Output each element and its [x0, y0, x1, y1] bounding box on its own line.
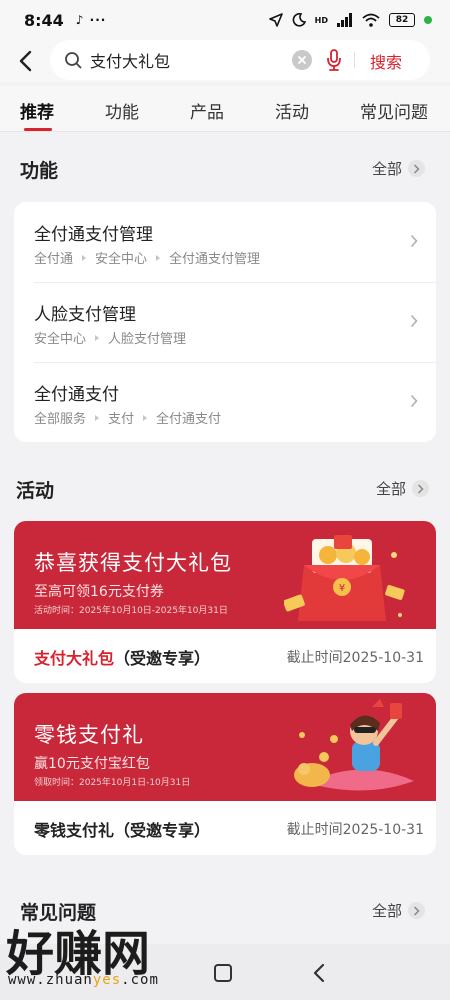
function-name: 人脸支付管理 — [34, 305, 136, 325]
activity-banner[interactable]: 恭喜获得支付大礼包 至高可领16元支付券 活动时间：2025年10月10日-20… — [14, 521, 436, 629]
function-item[interactable]: 人脸支付管理 安全中心 人脸支付管理 — [14, 282, 436, 362]
activity-title: 零钱支付礼（受邀专享） — [34, 817, 210, 841]
status-time: 8:44 — [24, 10, 64, 30]
watermark-url-suffix: .com — [121, 972, 159, 988]
home-button[interactable] — [214, 964, 232, 982]
status-bar: 8:44 ♪ ··· HD 82 — [0, 0, 450, 40]
all-link-label: 全部 — [376, 480, 407, 498]
functions-card: 全付通支付管理 全付通 安全中心 全付通支付管理 人脸支付管理 安全中心 人脸支付管理… — [14, 202, 436, 442]
watermark-logo: 好赚网 www.zhuanyes.com — [6, 912, 206, 1000]
back-button[interactable] — [0, 40, 50, 82]
banner-subtitle: 至高可领16元支付券 — [34, 584, 164, 600]
activity-title: 支付大礼包（受邀专享） — [34, 645, 210, 669]
watermark-url: www.zhuanyes.com — [8, 972, 159, 988]
network-hd-label: HD — [314, 15, 328, 25]
watermark-url-prefix: www.zhuan — [8, 972, 93, 988]
tab-functions[interactable]: 功能 — [105, 98, 139, 123]
function-item[interactable]: 全付通支付管理 全付通 安全中心 全付通支付管理 — [14, 202, 436, 282]
chevron-right-icon — [408, 902, 426, 919]
clear-search-button[interactable] — [292, 50, 312, 70]
breadcrumb-separator-icon — [82, 254, 87, 261]
activity-footer: 支付大礼包（受邀专享） 截止时间2025-10-31 — [14, 629, 436, 683]
functions-all-link[interactable]: 全部 — [372, 158, 426, 179]
chevron-right-icon — [410, 314, 418, 328]
chevron-right-icon — [410, 394, 418, 408]
watermark-url-highlight: yes — [92, 972, 122, 988]
section-title-functions: 功能 — [20, 160, 59, 182]
breadcrumb-part: 全付通支付 — [156, 412, 222, 427]
status-dot-icon — [424, 16, 432, 24]
banner-subtitle: 赢10元支付宝红包 — [34, 756, 150, 772]
function-name: 全付通支付 — [34, 385, 119, 405]
faq-all-link[interactable]: 全部 — [372, 900, 426, 921]
banner-title: 恭喜获得支付大礼包 — [34, 551, 232, 575]
active-tab-indicator — [24, 128, 52, 131]
status-notification-icons: ♪ ··· — [75, 13, 107, 27]
function-item[interactable]: 全付通支付 全部服务 支付 全付通支付 — [14, 362, 436, 442]
breadcrumb-separator-icon — [95, 414, 100, 421]
activity-banner[interactable]: 零钱支付礼 赢10元支付宝红包 领取时间：2025年10月1日-10月31日 — [14, 693, 436, 801]
search-input[interactable]: 支付大礼包 — [90, 48, 170, 72]
search-box[interactable]: 支付大礼包 搜索 — [50, 40, 430, 80]
activity-card[interactable]: 恭喜获得支付大礼包 至高可领16元支付券 活动时间：2025年10月10日-20… — [14, 521, 436, 683]
search-icon — [65, 52, 82, 69]
svg-text:¥: ¥ — [339, 583, 345, 594]
location-arrow-icon — [268, 13, 283, 27]
microphone-icon — [327, 49, 341, 71]
search-header: 支付大礼包 搜索 — [0, 40, 450, 82]
activity-footer: 零钱支付礼（受邀专享） 截止时间2025-10-31 — [14, 801, 436, 855]
character-with-coins-icon — [294, 699, 414, 791]
activity-title-accent: 支付大礼包 — [34, 649, 115, 668]
function-breadcrumb: 全部服务 支付 全付通支付 — [34, 408, 221, 427]
signal-icon — [337, 13, 352, 27]
function-breadcrumb: 安全中心 人脸支付管理 — [34, 328, 186, 347]
close-icon — [298, 56, 306, 64]
banner-time: 活动时间：2025年10月10日-2025年10月31日 — [34, 606, 228, 616]
tab-products[interactable]: 产品 — [190, 98, 224, 123]
breadcrumb-part: 人脸支付管理 — [108, 332, 187, 347]
chevron-right-icon — [410, 234, 418, 248]
chevron-right-icon — [408, 160, 426, 177]
banner-title: 零钱支付礼 — [34, 723, 144, 747]
activities-all-link[interactable]: 全部 — [376, 478, 430, 499]
activity-title-rest: （受邀专享） — [114, 649, 211, 668]
activity-deadline: 截止时间2025-10-31 — [286, 650, 424, 666]
back-arrow-icon — [19, 50, 32, 72]
banner-time: 领取时间：2025年10月1日-10月31日 — [34, 778, 191, 788]
moon-icon — [292, 13, 306, 27]
voice-search-button[interactable] — [326, 48, 342, 76]
activity-deadline: 截止时间2025-10-31 — [286, 822, 424, 838]
battery-indicator: 82 — [389, 13, 415, 27]
red-envelope-gift-icon: ¥ — [284, 535, 405, 621]
tab-bar: 推荐 功能 产品 活动 常见问题 — [0, 86, 450, 132]
function-name: 全付通支付管理 — [34, 225, 153, 245]
activity-card[interactable]: 零钱支付礼 赢10元支付宝红包 领取时间：2025年10月1日-10月31日 零… — [14, 693, 436, 855]
search-button[interactable]: 搜索 — [370, 49, 402, 73]
search-divider — [354, 52, 355, 68]
breadcrumb-part: 全部服务 — [34, 412, 87, 427]
activity-title-rest: 零钱支付礼（受邀专享） — [34, 821, 211, 840]
all-link-label: 全部 — [372, 902, 403, 920]
tab-activities[interactable]: 活动 — [275, 98, 309, 123]
breadcrumb-separator-icon — [156, 254, 161, 261]
breadcrumb-part: 全付通 — [34, 252, 74, 267]
breadcrumb-part: 全付通支付管理 — [169, 252, 261, 267]
tab-recommended[interactable]: 推荐 — [20, 98, 54, 123]
all-link-label: 全部 — [372, 160, 403, 178]
breadcrumb-separator-icon — [95, 334, 100, 341]
nav-back-icon[interactable] — [312, 962, 326, 984]
chevron-right-icon — [412, 480, 430, 497]
breadcrumb-part: 支付 — [108, 412, 135, 427]
breadcrumb-separator-icon — [143, 414, 148, 421]
status-right: HD 82 — [268, 13, 432, 27]
breadcrumb-part: 安全中心 — [34, 332, 87, 347]
breadcrumb-part: 安全中心 — [95, 252, 148, 267]
function-breadcrumb: 全付通 安全中心 全付通支付管理 — [34, 248, 260, 267]
wifi-icon — [362, 13, 380, 27]
tab-faq[interactable]: 常见问题 — [360, 98, 428, 123]
section-title-activities: 活动 — [16, 480, 55, 502]
